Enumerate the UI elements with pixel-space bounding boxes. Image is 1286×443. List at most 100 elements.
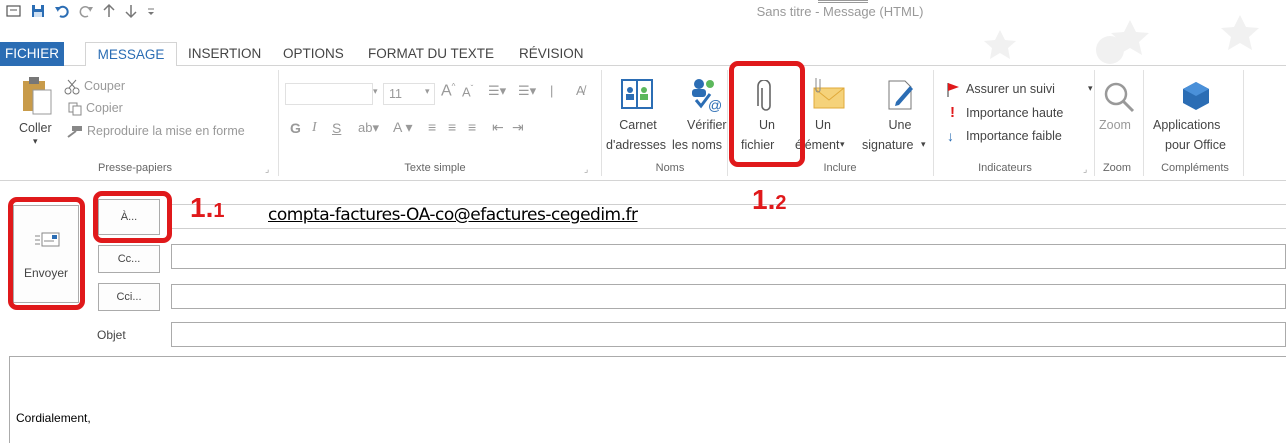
message-body[interactable]: Cordialement, xyxy=(9,356,1286,443)
tab-options[interactable]: OPTIONS xyxy=(275,42,352,66)
highlight-to-button xyxy=(93,191,172,243)
quick-access-toolbar xyxy=(6,3,156,19)
paste-icon[interactable] xyxy=(21,76,53,116)
bcc-button[interactable]: Cci... xyxy=(98,283,160,311)
annotation-1-1: 1.1 xyxy=(190,192,224,224)
magnifier-icon[interactable] xyxy=(1102,80,1136,114)
format-painter-button[interactable]: Reproduire la mise en forme xyxy=(87,124,245,138)
font-name-combo[interactable] xyxy=(285,83,373,105)
grow-font-icon[interactable]: A^ xyxy=(441,82,455,100)
separator xyxy=(933,70,934,176)
paste-dropdown-icon[interactable]: ▾ xyxy=(33,136,38,147)
separator xyxy=(1243,70,1244,176)
cc-field[interactable] xyxy=(171,244,1286,269)
follow-up-button[interactable]: Assurer un suivi xyxy=(966,82,1055,96)
window-menu-icon[interactable] xyxy=(6,4,22,18)
separator xyxy=(1143,70,1144,176)
office-apps-label-2[interactable]: pour Office xyxy=(1165,138,1226,152)
customize-qat-icon[interactable] xyxy=(146,3,156,19)
attach-item-dropdown-icon[interactable]: ▾ xyxy=(840,139,845,150)
tab-insertion[interactable]: INSERTION xyxy=(180,42,269,66)
to-recipient[interactable]: compta-factures-OA-co@efactures-cegedim.… xyxy=(268,205,638,225)
tags-group-label: Indicateurs xyxy=(978,162,1032,174)
basic-text-launcher-icon[interactable]: ⌟ xyxy=(584,164,588,175)
address-book-icon[interactable] xyxy=(620,78,654,110)
paste-label[interactable]: Coller xyxy=(19,121,52,135)
check-names-label-1[interactable]: Vérifier xyxy=(687,118,727,132)
align-left-icon[interactable]: ≡ xyxy=(428,119,436,135)
clipboard-launcher-icon[interactable]: ⌟ xyxy=(265,164,269,175)
move-up-icon[interactable] xyxy=(102,3,116,19)
ribbon-tabs: FICHIER MESSAGE INSERTION OPTIONS FORMAT… xyxy=(0,42,1286,67)
move-down-icon[interactable] xyxy=(124,3,138,19)
decrease-indent-icon[interactable]: ⇤ xyxy=(492,119,504,136)
cc-button[interactable]: Cc... xyxy=(98,245,160,273)
font-color-icon[interactable]: A ▾ xyxy=(393,119,412,136)
increase-indent-icon[interactable]: ⇥ xyxy=(512,119,524,136)
redo-icon[interactable] xyxy=(78,3,94,19)
high-importance-button[interactable]: Importance haute xyxy=(966,106,1063,120)
flag-icon[interactable] xyxy=(946,82,960,98)
highlight-send-button xyxy=(8,197,85,310)
shrink-font-icon[interactable]: Aˇ xyxy=(462,84,473,99)
to-field[interactable]: compta-factures-OA-co@efactures-cegedim.… xyxy=(171,204,1286,229)
format-painter-icon[interactable] xyxy=(64,125,84,139)
check-names-label-2[interactable]: les noms xyxy=(672,138,722,152)
italic-button[interactable]: I xyxy=(312,120,317,136)
tags-launcher-icon[interactable]: ⌟ xyxy=(1083,164,1087,175)
undo-icon[interactable] xyxy=(54,3,70,19)
cut-button[interactable]: Couper xyxy=(84,79,125,93)
clipboard-group-label: Presse-papiers xyxy=(98,162,172,174)
tab-file[interactable]: FICHIER xyxy=(0,42,64,66)
window-title: Sans titre - Message (HTML) xyxy=(756,4,924,19)
high-importance-icon[interactable]: ! xyxy=(950,104,955,121)
highlight-attach-file xyxy=(729,61,805,167)
include-group-label: Inclure xyxy=(823,162,857,174)
align-right-icon[interactable]: ≡ xyxy=(468,119,476,135)
names-group-label: Noms xyxy=(655,162,685,174)
clear-format-icon[interactable]: A̸ xyxy=(576,83,585,98)
address-book-label-1[interactable]: Carnet xyxy=(610,118,666,132)
copy-icon[interactable] xyxy=(68,102,82,116)
signature-label-1[interactable]: Une xyxy=(880,118,920,132)
signature-label-2[interactable]: signature xyxy=(862,138,913,152)
follow-up-dropdown-icon[interactable]: ▾ xyxy=(1088,83,1093,94)
check-names-icon[interactable]: @ xyxy=(688,76,722,112)
separator xyxy=(601,70,602,176)
scissors-icon[interactable] xyxy=(64,79,80,95)
tab-format-text[interactable]: FORMAT DU TEXTE xyxy=(360,42,502,66)
zoom-group-label: Zoom xyxy=(1102,162,1132,174)
office-apps-label-1[interactable]: Applications xyxy=(1153,118,1220,132)
font-size-dropdown-icon[interactable]: ▾ xyxy=(425,86,430,97)
signature-dropdown-icon[interactable]: ▾ xyxy=(921,139,926,150)
numbering-icon[interactable]: ☰▾ xyxy=(518,83,536,99)
low-importance-icon[interactable]: ↓ xyxy=(947,128,954,144)
attach-item-label-1[interactable]: Un xyxy=(805,118,841,132)
list-level-icon[interactable]: | xyxy=(550,83,553,98)
address-book-label-2[interactable]: d'adresses xyxy=(606,138,666,152)
separator xyxy=(727,70,728,176)
zoom-button[interactable]: Zoom xyxy=(1099,118,1131,132)
tab-message[interactable]: MESSAGE xyxy=(85,42,177,67)
copy-button[interactable]: Copier xyxy=(86,101,123,115)
highlight-color-icon[interactable]: ab▾ xyxy=(358,120,379,136)
subject-field[interactable] xyxy=(171,322,1286,347)
svg-text:@: @ xyxy=(708,97,722,112)
align-center-icon[interactable]: ≡ xyxy=(448,119,456,135)
attach-item-icon[interactable] xyxy=(810,76,846,110)
annotation-1-1-minor: 1 xyxy=(213,200,225,222)
font-name-dropdown-icon[interactable]: ▾ xyxy=(373,86,378,97)
save-icon[interactable] xyxy=(30,3,46,19)
subject-label: Objet xyxy=(97,328,126,342)
bullets-icon[interactable]: ☰▾ xyxy=(488,83,506,99)
body-text: Cordialement, xyxy=(16,411,91,425)
bold-button[interactable]: G xyxy=(290,120,301,136)
tab-revision[interactable]: RÉVISION xyxy=(511,42,592,66)
signature-icon[interactable] xyxy=(886,78,916,112)
bcc-field[interactable] xyxy=(171,284,1286,309)
office-apps-icon[interactable] xyxy=(1180,80,1212,112)
annotation-1-2-major: 1. xyxy=(752,184,776,215)
underline-button[interactable]: S xyxy=(332,120,341,136)
low-importance-button[interactable]: Importance faible xyxy=(966,129,1062,143)
title-accent xyxy=(818,0,868,3)
